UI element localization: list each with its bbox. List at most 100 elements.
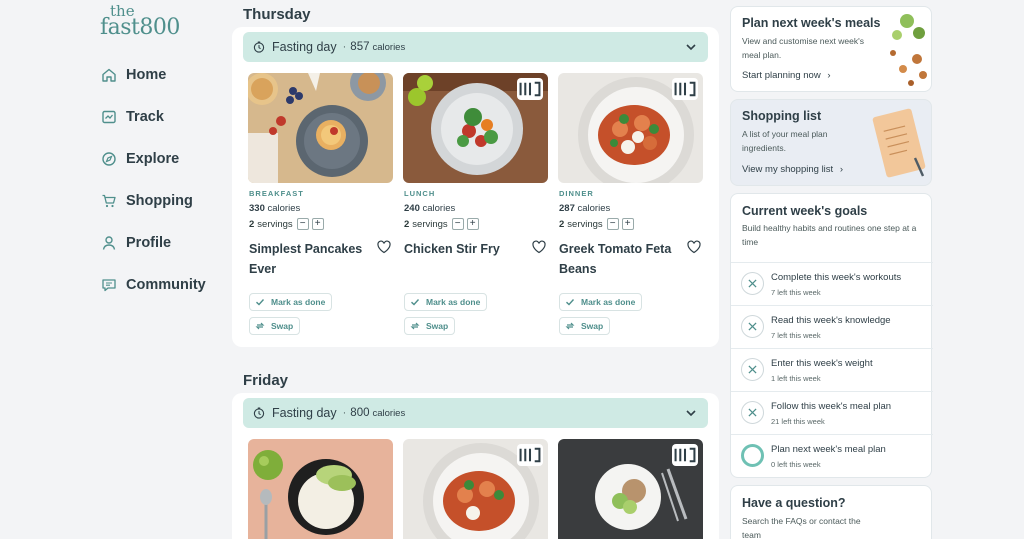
servings-unit: servings bbox=[567, 218, 603, 230]
fasting-day-bar[interactable]: Fasting day · 800 calories bbox=[243, 398, 708, 428]
fast-friendly-icon bbox=[517, 444, 543, 466]
user-icon bbox=[100, 234, 118, 252]
day-calories: 857 bbox=[350, 41, 370, 53]
logo-line2: fast800 bbox=[100, 15, 180, 40]
goal-remaining: 1 left this week bbox=[771, 374, 821, 383]
separator-dot: · bbox=[342, 41, 347, 53]
start-planning-link[interactable]: Start planning now › bbox=[742, 70, 831, 81]
day-calories-unit: calories bbox=[372, 41, 406, 53]
day-card-thursday: Fasting day · 857 calories BREAKFAST 330… bbox=[232, 27, 719, 347]
weekly-goals-panel: Current week's goals Build healthy habit… bbox=[730, 193, 933, 478]
nav-item-community[interactable]: Community bbox=[100, 264, 206, 306]
nav-item-explore[interactable]: Explore bbox=[100, 138, 206, 180]
nav-label-profile: Profile bbox=[126, 235, 172, 251]
heart-icon[interactable] bbox=[376, 239, 392, 255]
meal-photo-chicken-salad[interactable] bbox=[558, 439, 703, 539]
compass-icon bbox=[100, 150, 118, 168]
swap-label: Swap bbox=[581, 321, 604, 331]
goals-panel-text: Build healthy habits and routines one st… bbox=[742, 223, 917, 247]
meal-name[interactable]: Greek Tomato Feta Beans bbox=[559, 239, 684, 279]
chevron-down-icon[interactable] bbox=[684, 40, 698, 54]
mark-as-done-label: Mark as done bbox=[581, 297, 636, 307]
heart-icon[interactable] bbox=[686, 239, 702, 255]
nav-item-home[interactable]: Home bbox=[100, 54, 206, 96]
day-title-friday: Friday bbox=[243, 372, 289, 389]
meal-photo-pancakes[interactable] bbox=[248, 73, 393, 183]
servings-increment-button[interactable]: + bbox=[311, 218, 324, 230]
day-card-friday: Fasting day · 800 calories bbox=[232, 393, 719, 539]
shopping-panel-title: Shopping list bbox=[742, 109, 822, 123]
meal-calories-value: 240 bbox=[404, 203, 420, 214]
swap-label: Swap bbox=[271, 321, 294, 331]
meal-photo-stir-fry[interactable] bbox=[403, 73, 548, 183]
mark-as-done-button[interactable]: Mark as done bbox=[559, 293, 643, 311]
nav-item-profile[interactable]: Profile bbox=[100, 222, 206, 264]
servings-value: 2 bbox=[404, 218, 410, 230]
meal-calories-unit: calories bbox=[577, 203, 611, 214]
goal-status-icon bbox=[741, 358, 764, 381]
fast800-logo[interactable]: the fast800 bbox=[100, 4, 180, 39]
question-panel[interactable]: Have a question? Search the FAQs or cont… bbox=[730, 485, 932, 539]
mark-as-done-button[interactable]: Mark as done bbox=[404, 293, 488, 311]
goal-row-meal-plan[interactable]: Follow this week's meal plan 21 left thi… bbox=[731, 391, 933, 434]
swap-button[interactable]: Swap bbox=[559, 317, 611, 335]
swap-button[interactable]: Swap bbox=[249, 317, 301, 335]
chevron-down-icon[interactable] bbox=[684, 406, 698, 420]
cart-icon bbox=[100, 192, 118, 210]
nav-label-home: Home bbox=[126, 67, 167, 83]
goal-row-knowledge[interactable]: Read this week's knowledge 7 left this w… bbox=[731, 305, 933, 348]
mark-as-done-label: Mark as done bbox=[426, 297, 481, 307]
meal-name[interactable]: Chicken Stir Fry bbox=[404, 239, 529, 259]
meal-type-label: LUNCH bbox=[404, 189, 436, 198]
nuts-illustration bbox=[867, 7, 931, 91]
meal-photo-feta-beans[interactable] bbox=[403, 439, 548, 539]
question-panel-text: Search the FAQs or contact the team bbox=[742, 516, 861, 539]
servings-increment-button[interactable]: + bbox=[621, 218, 634, 230]
servings-decrement-button[interactable]: − bbox=[606, 218, 619, 230]
swap-button[interactable]: Swap bbox=[404, 317, 456, 335]
servings-unit: servings bbox=[257, 218, 293, 230]
goal-row-plan-next-week[interactable]: Plan next week's meal plan 0 left this w… bbox=[731, 434, 933, 477]
fast-friendly-icon bbox=[672, 78, 698, 100]
servings-increment-button[interactable]: + bbox=[466, 218, 479, 230]
goal-status-icon bbox=[741, 315, 764, 338]
goal-remaining: 7 left this week bbox=[771, 331, 821, 340]
plan-next-week-panel[interactable]: Plan next week's meals View and customis… bbox=[730, 6, 932, 92]
goal-label: Follow this week's meal plan bbox=[771, 401, 892, 412]
servings-decrement-button[interactable]: − bbox=[296, 218, 309, 230]
fasting-label: Fasting day bbox=[272, 406, 337, 420]
meal-card-dinner: DINNER 287 calories 2 servings − + Greek… bbox=[558, 73, 703, 343]
nav-item-track[interactable]: Track bbox=[100, 96, 206, 138]
meal-calories: 287 calories bbox=[559, 203, 610, 214]
fast-friendly-icon bbox=[672, 444, 698, 466]
goal-label: Plan next week's meal plan bbox=[771, 444, 886, 455]
meal-photo-apple-yogurt[interactable] bbox=[248, 439, 393, 539]
shopping-list-panel[interactable]: Shopping list A list of your meal plan i… bbox=[730, 99, 932, 186]
goal-row-workouts[interactable]: Complete this week's workouts 7 left thi… bbox=[731, 262, 933, 305]
day-calories-unit: calories bbox=[372, 407, 406, 419]
nav-label-track: Track bbox=[126, 109, 164, 125]
nav-label-shopping: Shopping bbox=[126, 193, 193, 209]
servings-value: 2 bbox=[559, 218, 565, 230]
meal-plan-column: Thursday Fasting day · 857 calories BREA… bbox=[232, 0, 720, 539]
servings-control: 2 servings − + bbox=[559, 218, 634, 230]
heart-icon[interactable] bbox=[531, 239, 547, 255]
plan-panel-text: View and customise next week's meal plan… bbox=[742, 36, 864, 60]
goals-panel-title: Current week's goals bbox=[742, 204, 868, 218]
check-icon bbox=[566, 299, 575, 306]
goal-label: Enter this week's weight bbox=[771, 358, 873, 369]
meal-calories-value: 330 bbox=[249, 203, 265, 214]
fasting-day-bar[interactable]: Fasting day · 857 calories bbox=[243, 32, 708, 62]
start-planning-label: Start planning now bbox=[742, 70, 821, 81]
meal-name[interactable]: Simplest Pancakes Ever bbox=[249, 239, 374, 279]
meal-photo-feta-beans[interactable] bbox=[558, 73, 703, 183]
nav-item-shopping[interactable]: Shopping bbox=[100, 180, 206, 222]
servings-decrement-button[interactable]: − bbox=[451, 218, 464, 230]
goal-row-weight[interactable]: Enter this week's weight 1 left this wee… bbox=[731, 348, 933, 391]
mark-as-done-button[interactable]: Mark as done bbox=[249, 293, 333, 311]
timer-icon bbox=[253, 407, 265, 419]
nav-label-community: Community bbox=[126, 277, 206, 293]
view-shopping-list-link[interactable]: View my shopping list › bbox=[742, 164, 843, 175]
servings-unit: servings bbox=[412, 218, 448, 230]
meal-card-breakfast: BREAKFAST 330 calories 2 servings − + Si… bbox=[248, 73, 393, 343]
